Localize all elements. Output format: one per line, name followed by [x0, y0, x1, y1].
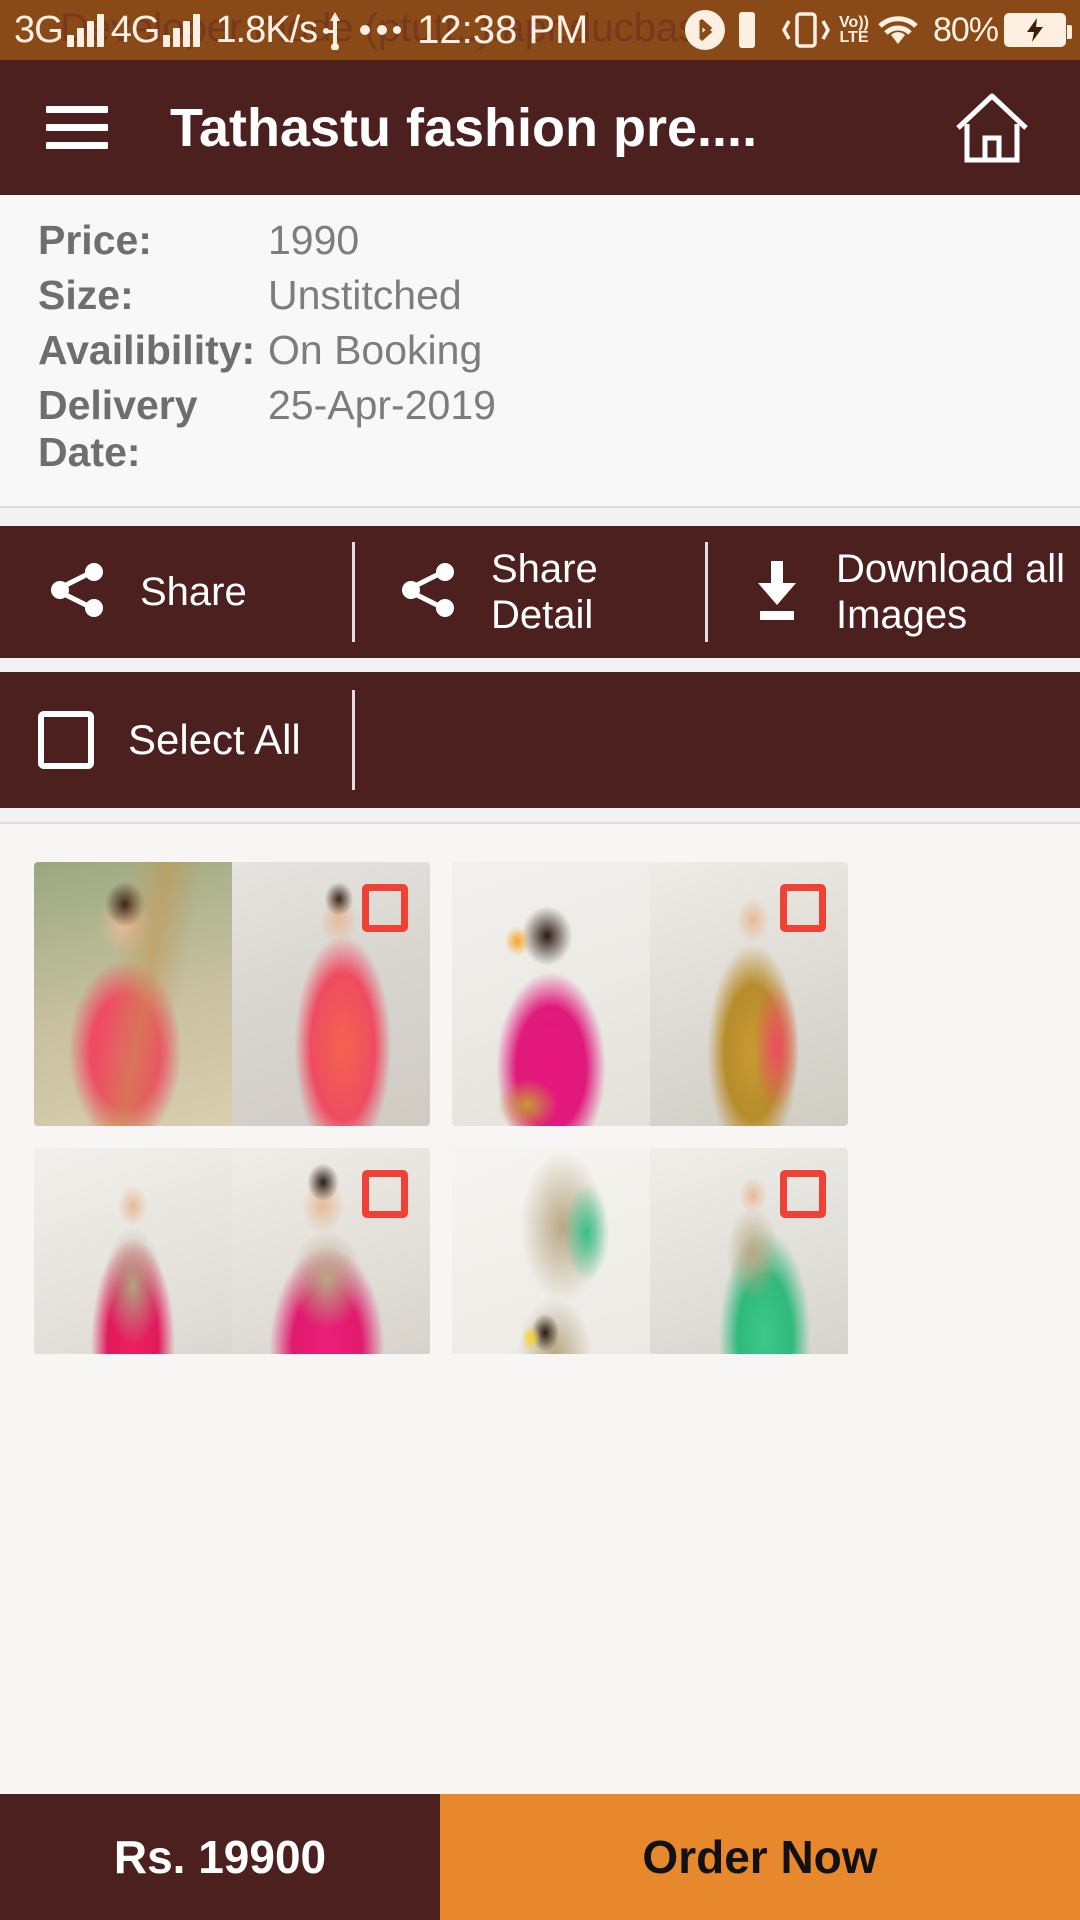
share-button[interactable]: Share — [0, 526, 352, 658]
status-bar-clock: 12:38 PM — [417, 7, 589, 52]
usb-icon — [322, 10, 348, 50]
signal-bars-icon — [66, 13, 107, 47]
size-label: Size: — [38, 272, 134, 318]
checkbox-unchecked-icon[interactable] — [362, 884, 408, 932]
share-detail-button[interactable]: Share Detail — [355, 526, 705, 658]
app-bar: Tathastu fashion pre.... — [0, 60, 1080, 195]
checkbox-unchecked-icon[interactable] — [780, 884, 826, 932]
share-action-bar: Share Share Detail Download all Images — [0, 526, 1080, 658]
signal-bars-icon-2 — [163, 13, 203, 47]
network-type-3g: 3G — [14, 8, 64, 51]
network-type-4g: 4G — [110, 8, 161, 51]
download-icon — [748, 557, 806, 628]
divider-vertical — [352, 542, 355, 642]
more-dots-icon — [358, 23, 402, 37]
spacer-3 — [0, 808, 1080, 822]
page-title: Tathastu fashion pre.... — [170, 97, 758, 158]
sim-icon — [736, 10, 758, 50]
home-icon[interactable] — [950, 86, 1034, 170]
checkbox-unchecked-icon[interactable] — [780, 1170, 826, 1218]
availability-label: Availibility: — [38, 327, 256, 373]
select-all-button[interactable]: Select All — [0, 711, 352, 769]
product-details: Price: 1990 Size: Unstitched Availibilit… — [0, 195, 1080, 506]
status-bar: Developer mode (ptutt..).apr.ducbase 3G … — [0, 0, 1080, 60]
download-all-images-label: Download all Images — [836, 547, 1066, 637]
divider-vertical-2 — [705, 542, 708, 642]
hamburger-menu-icon[interactable] — [46, 95, 108, 160]
divider-vertical-3 — [352, 690, 355, 790]
volte-icon: Vo)) LTE — [839, 14, 869, 46]
price-label: Price: — [38, 217, 152, 263]
data-speed-label: 1.8K/s — [215, 8, 318, 51]
total-price-button[interactable]: Rs. 19900 — [0, 1794, 440, 1920]
detail-row-size: Size: Unstitched — [0, 268, 1080, 323]
list-item[interactable] — [34, 862, 430, 1126]
list-item[interactable] — [452, 862, 848, 1126]
image-gallery — [0, 824, 1080, 1354]
size-value: Unstitched — [268, 272, 462, 318]
product-photo — [452, 862, 650, 1126]
share-label: Share — [140, 570, 247, 614]
detail-row-delivery-date: Delivery Date: 25-Apr-2019 — [0, 378, 1080, 480]
delivery-date-label: Delivery Date: — [38, 382, 198, 475]
spacer — [0, 508, 1080, 526]
price-value: 1990 — [268, 217, 360, 263]
order-now-button[interactable]: Order Now — [440, 1794, 1080, 1920]
product-photo — [34, 862, 232, 1126]
share-icon-2 — [397, 558, 461, 627]
checkbox-unchecked-icon[interactable] — [362, 1170, 408, 1218]
battery-charging-icon — [1004, 13, 1072, 47]
list-item[interactable] — [452, 1148, 848, 1354]
checkbox-unchecked-icon[interactable] — [38, 711, 94, 769]
spacer-2 — [0, 658, 1080, 672]
download-all-images-button[interactable]: Download all Images — [708, 526, 1080, 658]
share-detail-label: Share Detail — [491, 547, 598, 637]
product-photo — [452, 1148, 650, 1354]
share-icon — [46, 558, 110, 627]
bottom-action-bar: Rs. 19900 Order Now — [0, 1794, 1080, 1920]
detail-row-price: Price: 1990 — [0, 213, 1080, 268]
product-photo — [34, 1148, 232, 1354]
battery-percent-label: 80% — [932, 10, 999, 49]
list-item[interactable] — [34, 1148, 430, 1354]
bluetooth-icon — [684, 9, 726, 51]
delivery-date-value: 25-Apr-2019 — [268, 382, 496, 428]
detail-row-availability: Availibility: On Booking — [0, 323, 1080, 378]
select-all-label: Select All — [128, 716, 301, 763]
wifi-icon — [874, 11, 922, 49]
select-all-bar: Select All — [0, 672, 1080, 808]
vibrate-icon — [778, 10, 834, 50]
availability-value: On Booking — [268, 327, 483, 373]
